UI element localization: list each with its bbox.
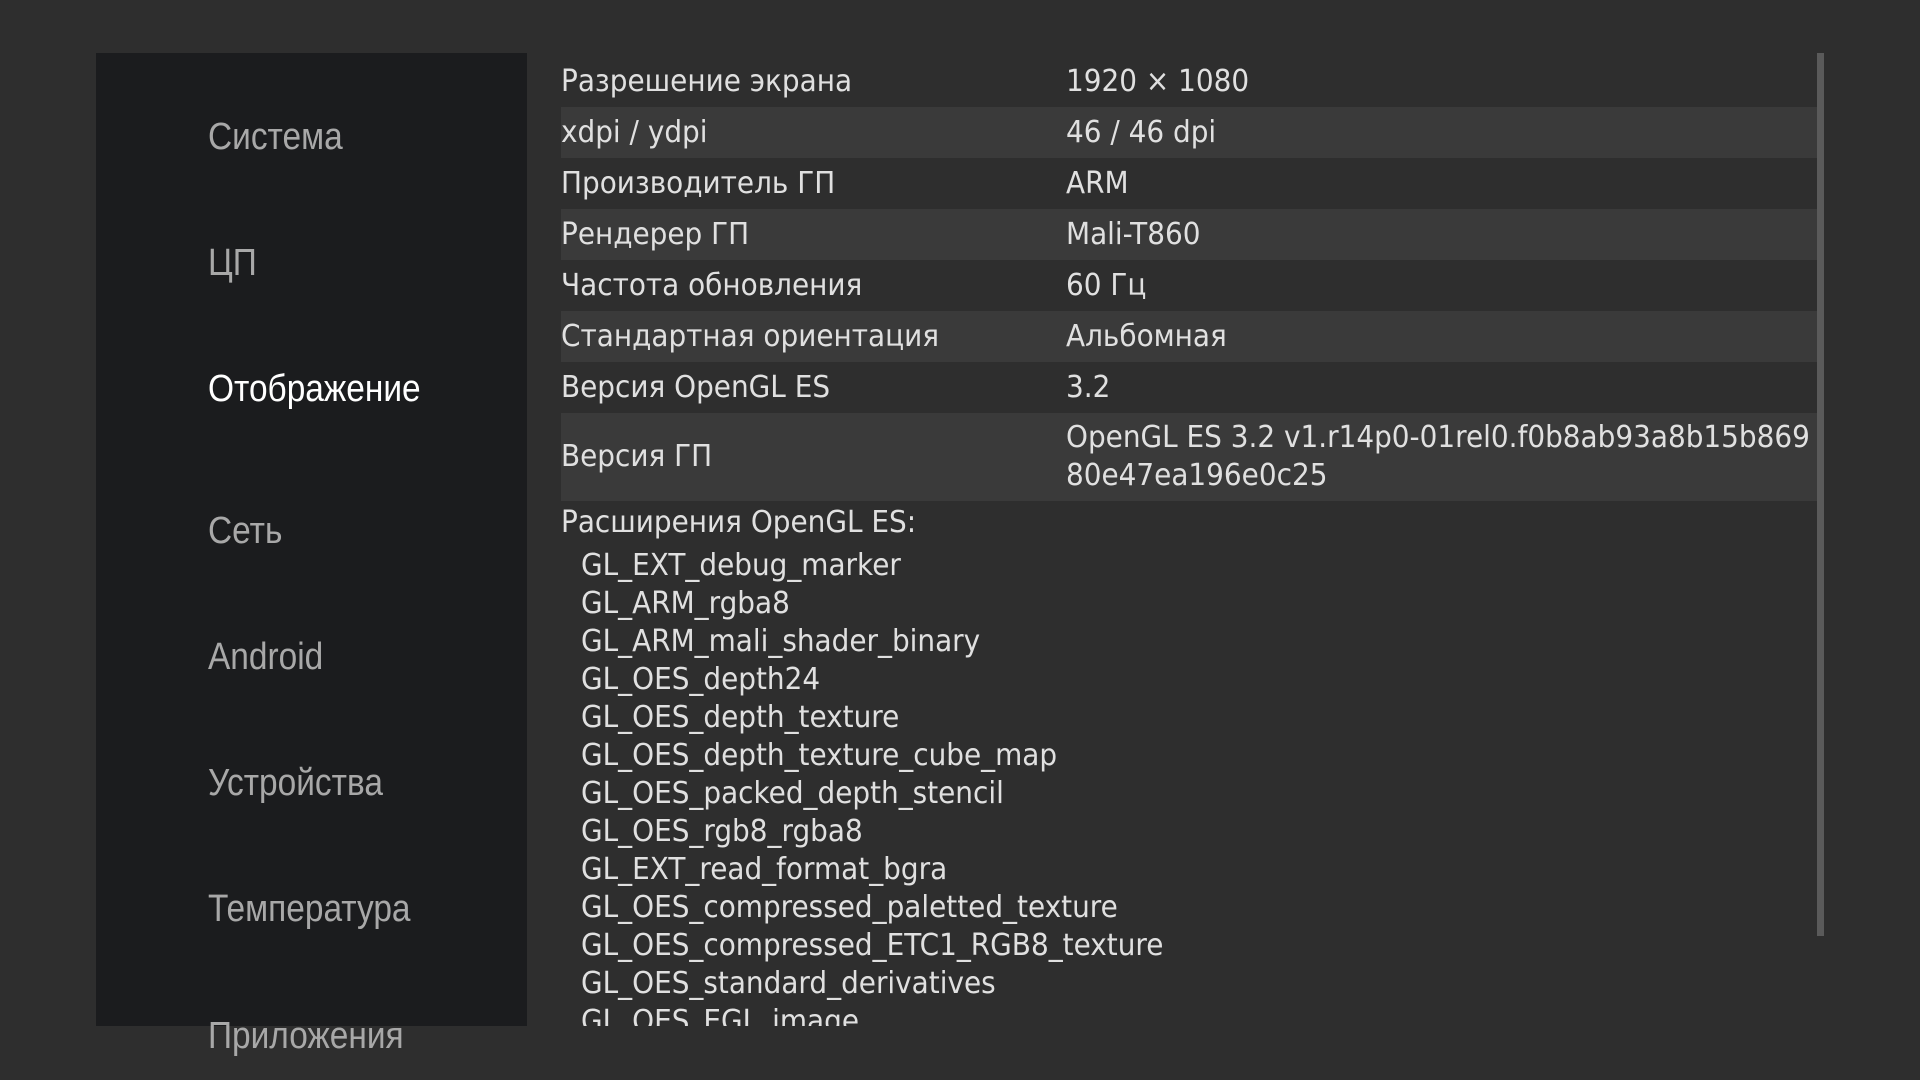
display-info-panel[interactable]: Разрешение экрана 1920 × 1080 xdpi / ydp… bbox=[561, 53, 1819, 1026]
info-row-gpu-vendor: Производитель ГП ARM bbox=[561, 158, 1819, 209]
row-label: Рендерер ГП bbox=[561, 217, 750, 252]
row-label: Версия OpenGL ES bbox=[561, 370, 831, 405]
extensions-heading: Расширения OpenGL ES: bbox=[561, 505, 917, 540]
row-label: Частота обновления bbox=[561, 268, 863, 303]
extension-item: GL_OES_depth24 bbox=[581, 662, 821, 697]
row-value: Mali-T860 bbox=[1066, 217, 1201, 252]
extension-item: GL_EXT_read_format_bgra bbox=[581, 852, 948, 887]
extension-item: GL_ARM_rgba8 bbox=[581, 586, 790, 621]
extension-item: GL_OES_rgb8_rgba8 bbox=[581, 814, 863, 849]
sidebar-item-network[interactable]: Сеть bbox=[208, 509, 282, 553]
row-label: Стандартная ориентация bbox=[561, 319, 939, 354]
info-row-opengl-version: Версия OpenGL ES 3.2 bbox=[561, 362, 1819, 413]
info-row-refresh-rate: Частота обновления 60 Гц bbox=[561, 260, 1819, 311]
extension-item: GL_OES_EGL_image bbox=[581, 1004, 860, 1026]
row-value: 46 / 46 dpi bbox=[1066, 115, 1217, 150]
category-sidebar: Система ЦП Отображение Сеть Android Устр… bbox=[96, 53, 527, 1057]
info-row-gpu-version: Версия ГП OpenGL ES 3.2 v1.r14p0-01rel0.… bbox=[561, 413, 1819, 501]
info-row-dpi: xdpi / ydpi 46 / 46 dpi bbox=[561, 107, 1819, 158]
row-value: 3.2 bbox=[1066, 370, 1111, 405]
sidebar-item-cpu[interactable]: ЦП bbox=[208, 241, 257, 285]
sidebar-item-system[interactable]: Система bbox=[208, 115, 343, 159]
sidebar-item-temperature[interactable]: Температура bbox=[208, 887, 411, 931]
row-value: OpenGL ES 3.2 v1.r14p0-01rel0.f0b8ab93a8… bbox=[1066, 419, 1810, 495]
row-label: Разрешение экрана bbox=[561, 64, 853, 99]
row-label: xdpi / ydpi bbox=[561, 115, 708, 150]
sidebar-item-apps[interactable]: Приложения bbox=[208, 1014, 404, 1058]
extension-item: GL_EXT_debug_marker bbox=[581, 548, 901, 583]
extension-item: GL_OES_standard_derivatives bbox=[581, 966, 996, 1001]
extensions-list: GL_EXT_debug_marker GL_ARM_rgba8 GL_ARM_… bbox=[581, 547, 1207, 1026]
row-label: Версия ГП bbox=[561, 439, 713, 474]
scrollbar[interactable] bbox=[1817, 53, 1824, 936]
info-row-orientation: Стандартная ориентация Альбомная bbox=[561, 311, 1819, 362]
gpu-version-line-1: OpenGL ES 3.2 v1.r14p0-01rel0.f0b8ab93a8… bbox=[1066, 420, 1810, 455]
row-value: 60 Гц bbox=[1066, 268, 1147, 303]
row-label: Производитель ГП bbox=[561, 166, 836, 201]
extension-item: GL_ARM_mali_shader_binary bbox=[581, 624, 981, 659]
gpu-version-line-2: 80e47ea196e0c25 bbox=[1066, 458, 1328, 493]
extension-item: GL_OES_packed_depth_stencil bbox=[581, 776, 1004, 811]
row-value: Альбомная bbox=[1066, 319, 1227, 354]
row-value: ARM bbox=[1066, 166, 1129, 201]
info-row-gpu-renderer: Рендерер ГП Mali-T860 bbox=[561, 209, 1819, 260]
sidebar-item-display[interactable]: Отображение bbox=[208, 367, 421, 411]
info-row-resolution: Разрешение экрана 1920 × 1080 bbox=[561, 56, 1819, 107]
extension-item: GL_OES_compressed_ETC1_RGB8_texture bbox=[581, 928, 1164, 963]
extension-item: GL_OES_compressed_paletted_texture bbox=[581, 890, 1118, 925]
row-value: 1920 × 1080 bbox=[1066, 64, 1250, 99]
sidebar-item-devices[interactable]: Устройства bbox=[208, 761, 383, 805]
extension-item: GL_OES_depth_texture_cube_map bbox=[581, 738, 1058, 773]
extension-item: GL_OES_depth_texture bbox=[581, 700, 900, 735]
sidebar-item-android[interactable]: Android bbox=[208, 635, 323, 679]
